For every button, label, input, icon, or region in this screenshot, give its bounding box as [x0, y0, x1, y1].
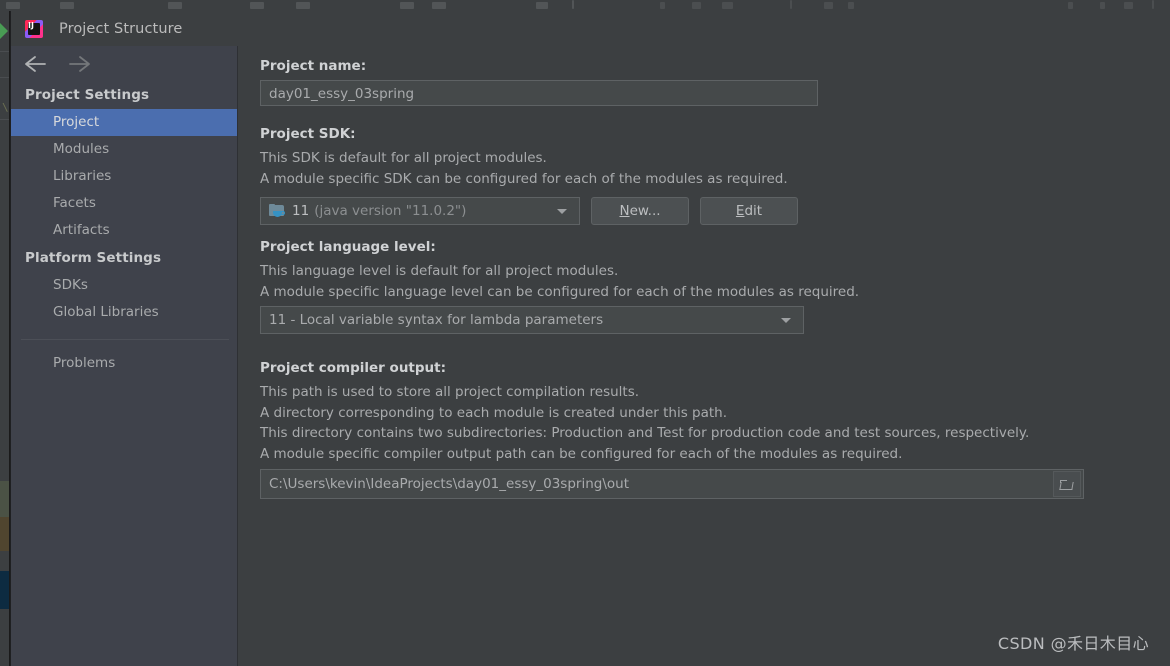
compiler-output-desc-2: A directory corresponding to each module… — [260, 404, 728, 421]
sidebar-item-project[interactable]: Project — [11, 109, 237, 136]
sidebar-header-platform-settings: Platform Settings — [25, 250, 162, 266]
sidebar-item-global-libraries[interactable]: Global Libraries — [11, 299, 237, 326]
java-sdk-folder-icon — [269, 204, 285, 218]
project-sdk-desc-1: This SDK is default for all project modu… — [260, 150, 547, 166]
compiler-output-desc-4: A module specific compiler output path c… — [260, 445, 903, 462]
compiler-output-label: Project compiler output: — [260, 360, 447, 376]
compiler-output-path-value: C:\Users\kevin\IdeaProjects\day01_essy_0… — [269, 476, 629, 492]
sidebar-item-facets[interactable]: Facets — [11, 190, 237, 217]
sdk-new-button-mnemonic: N — [619, 203, 630, 219]
sidebar-item-sdks[interactable]: SDKs — [11, 272, 237, 299]
project-sdk-row: 11 (java version "11.0.2") New... Edit — [260, 197, 1147, 225]
dialog-titlebar: IJ Project Structure — [11, 11, 1170, 46]
project-sdk-version: 11 — [292, 203, 310, 219]
project-sdk-detail: (java version "11.0.2") — [314, 203, 467, 219]
csdn-watermark: CSDN @禾日木目心 — [997, 634, 1149, 653]
sidebar-nav-arrows — [11, 46, 237, 81]
compiler-output-path-field[interactable]: C:\Users\kevin\IdeaProjects\day01_essy_0… — [260, 469, 1084, 499]
compiler-output-desc-1: This path is used to store all project c… — [260, 384, 640, 400]
forward-arrow-icon[interactable] — [67, 54, 93, 74]
language-level-dropdown[interactable]: 11 - Local variable syntax for lambda pa… — [260, 306, 804, 334]
sdk-edit-button-label: dit — [744, 203, 763, 219]
sidebar-divider — [21, 339, 229, 340]
sidebar-item-artifacts[interactable]: Artifacts — [11, 217, 237, 244]
ide-editor-gutter-remnant: \\ — [0, 11, 10, 666]
screen-root: \\ IJ Project Structure — [0, 0, 1170, 666]
sidebar-item-libraries[interactable]: Libraries — [11, 163, 237, 190]
run-triangle-icon — [0, 23, 8, 39]
sidebar-item-modules[interactable]: Modules — [11, 136, 237, 163]
language-level-desc-1: This language level is default for all p… — [260, 263, 619, 279]
project-sdk-label: Project SDK: — [260, 126, 356, 142]
settings-sidebar: Project Settings Project Modules Librari… — [11, 46, 238, 666]
chevron-down-icon — [557, 208, 567, 214]
sidebar-item-problems[interactable]: Problems — [11, 350, 237, 377]
project-name-input[interactable]: day01_essy_03spring — [260, 80, 818, 106]
sdk-edit-button-mnemonic: E — [735, 203, 745, 219]
sdk-new-button-label: ew... — [629, 203, 661, 219]
chevron-down-icon — [781, 317, 791, 323]
language-level-label: Project language level: — [260, 239, 436, 255]
language-level-desc-2: A module specific language level can be … — [260, 283, 860, 300]
sdk-new-button[interactable]: New... — [591, 197, 689, 225]
project-structure-dialog: IJ Project Structure Project Settings Pr… — [10, 11, 1170, 666]
sidebar-header-project-settings: Project Settings — [25, 87, 150, 103]
project-settings-panel: Project name: day01_essy_03spring Projec… — [238, 46, 1170, 666]
project-name-label: Project name: — [260, 58, 367, 74]
back-arrow-icon[interactable] — [23, 54, 49, 74]
sdk-edit-button[interactable]: Edit — [700, 197, 798, 225]
intellij-idea-logo-icon: IJ — [25, 19, 43, 38]
dialog-title: Project Structure — [59, 20, 183, 37]
project-sdk-desc-2: A module specific SDK can be configured … — [260, 170, 788, 187]
compiler-output-desc-3: This directory contains two subdirectori… — [260, 425, 1030, 441]
project-sdk-dropdown[interactable]: 11 (java version "11.0.2") — [260, 197, 580, 225]
folder-browse-icon[interactable] — [1053, 471, 1081, 497]
language-level-value: 11 - Local variable syntax for lambda pa… — [269, 312, 604, 328]
